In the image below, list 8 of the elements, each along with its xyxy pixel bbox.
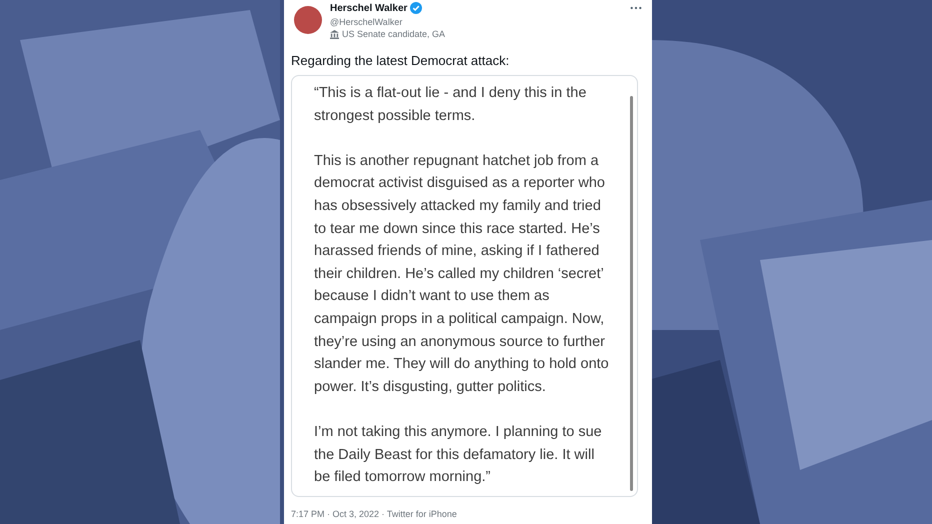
tweet-timestamp[interactable]: 7:17 PM · Oct 3, 2022 · Twitter for iPhone: [291, 509, 644, 519]
statement-paragraph: “This is a flat-out lie - and I deny this in the strongest possible terms.: [314, 84, 588, 126]
tweet-text: Regarding the latest Democrat attack:: [291, 53, 510, 68]
author-name[interactable]: Herschel Walker: [330, 2, 408, 14]
affiliation-label: US Senate candidate, GA: [342, 29, 446, 39]
author-handle[interactable]: @HerschelWalker: [330, 17, 620, 27]
statement-paragraph: I’m not taking this anymore. I planning to sue the Daily Beast for this defamatory lie. It will be filed tomorrow morning.”: [314, 422, 603, 488]
statement-paragraph: This is another repugnant hatchet job from a democrat activist disguised as a reporter who has obsessively attacked my family and tried to tear me down since this race started. He’s harassed friends of mine, asking if I fathered their children. He’s called my children ‘secret’ because I didn’t want to use them as campaign props in a political campaign. Now, they’re using an anonymous source to further slander me. They will do anything to hold onto power. It’s disgusting, gutter politics.: [314, 152, 610, 397]
